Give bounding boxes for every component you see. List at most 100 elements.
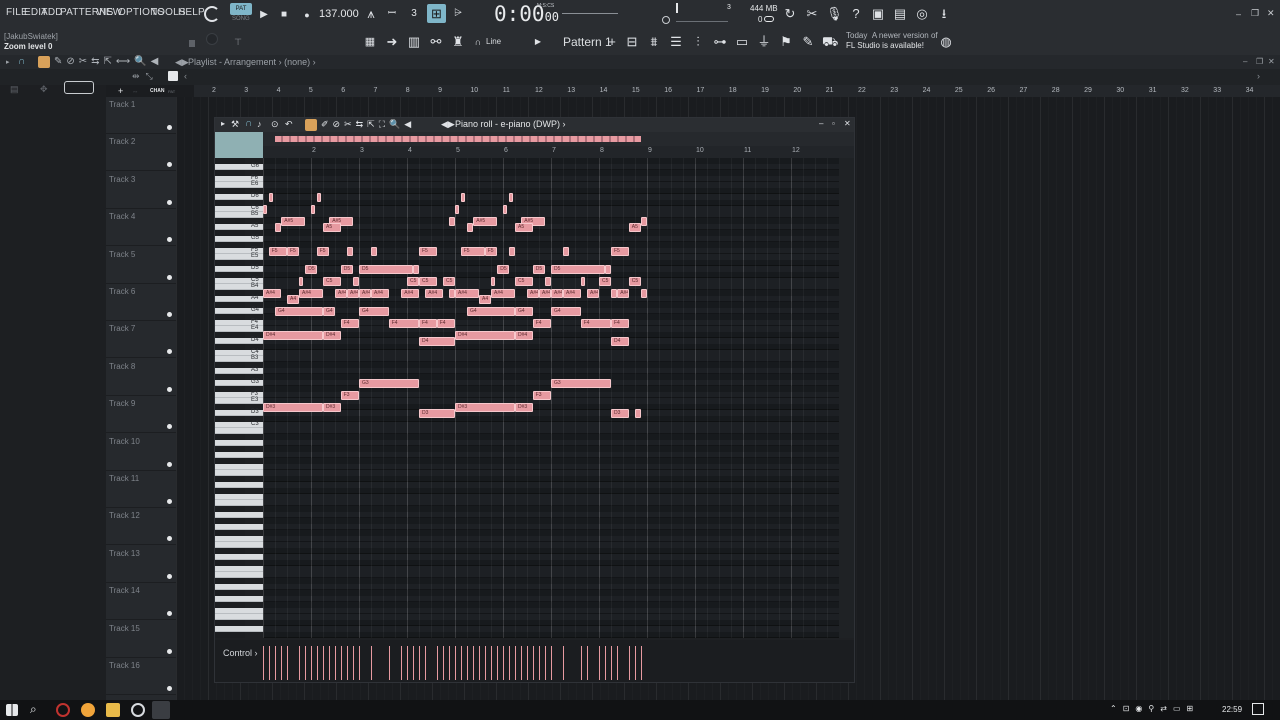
velocity-bar[interactable] xyxy=(287,646,288,680)
track-header[interactable]: Track 13 xyxy=(106,546,176,583)
playlist-tools-icon[interactable]: ✎⊘✂⇆⇱⟷🔍◀ xyxy=(54,56,162,67)
track-header[interactable]: Track 14 xyxy=(106,583,176,621)
pattern-prev-icon[interactable]: ▶ xyxy=(530,34,546,50)
master-volume-knob[interactable] xyxy=(676,3,678,13)
note[interactable]: D5 xyxy=(497,264,510,274)
piano-key-black[interactable] xyxy=(215,632,245,638)
note[interactable]: F5 xyxy=(316,246,329,256)
note[interactable]: G4 xyxy=(359,306,389,316)
note[interactable]: F4 xyxy=(532,318,551,328)
piano-roll-menu-icon[interactable]: ▸ xyxy=(221,119,225,128)
piano-key-black[interactable] xyxy=(215,188,245,194)
track-header[interactable]: Track 3 xyxy=(106,172,176,209)
arrow-icon[interactable]: ➜ xyxy=(384,34,400,50)
piano-key-black[interactable] xyxy=(215,590,245,596)
clock[interactable]: 22:59 xyxy=(1222,705,1242,714)
note[interactable]: G4 xyxy=(515,306,534,316)
velocity-bar[interactable] xyxy=(443,646,444,680)
note[interactable]: A#4 xyxy=(587,288,599,298)
track-header[interactable]: Track 7 xyxy=(106,321,176,359)
velocity-bar[interactable] xyxy=(617,646,619,680)
note[interactable]: A#4 xyxy=(371,288,390,298)
opera-icon[interactable] xyxy=(56,703,70,717)
piano-toggle-icon[interactable]: ▤ xyxy=(10,84,19,95)
piano-key-black[interactable] xyxy=(215,242,245,248)
piano-key-black[interactable] xyxy=(215,488,245,494)
project-icon[interactable]: ▭ xyxy=(734,34,750,50)
note[interactable] xyxy=(635,408,641,418)
stamp-icon[interactable]: ♜ xyxy=(450,34,466,50)
note[interactable] xyxy=(467,222,473,232)
velocity-bar[interactable] xyxy=(497,646,499,680)
pr-tools-icon[interactable]: ✐⊘✂⇆⇱⛶🔍◀ xyxy=(321,119,415,130)
link-chain-icon[interactable]: ⚯ xyxy=(428,34,444,50)
note[interactable]: A5 xyxy=(515,222,534,232)
add-pattern-icon[interactable]: + xyxy=(604,34,620,50)
pr-magnet-icon[interactable]: ∩ xyxy=(245,118,252,129)
note[interactable] xyxy=(503,204,507,214)
note-grid[interactable]: A#5 A#5 A#5 A#5 A5 A5 A5 F5 F5 F5 F5 F5 F5 F5 D5 D5 D5 D5… xyxy=(263,158,839,638)
velocity-bar[interactable] xyxy=(587,646,588,680)
playlist-draw-tool-icon[interactable] xyxy=(38,56,50,68)
velocity-bar[interactable] xyxy=(407,646,408,680)
note[interactable]: C5 xyxy=(599,276,611,286)
note[interactable]: F5 xyxy=(287,246,299,256)
velocity-bar[interactable] xyxy=(329,646,331,680)
velocity-bar[interactable] xyxy=(323,646,324,680)
piano-key-black[interactable] xyxy=(215,602,245,608)
velocity-bar[interactable] xyxy=(628,646,630,680)
step-edit-icon[interactable]: ⊞ xyxy=(427,4,446,23)
plugin-icon[interactable]: ⏚ xyxy=(756,34,772,50)
velocity-bar[interactable] xyxy=(305,646,307,680)
note[interactable]: D3 xyxy=(611,408,630,418)
velocity-bar[interactable] xyxy=(359,646,360,680)
tray-icons[interactable]: ⌃⊡◉⚲⇄▭⊞ xyxy=(1110,704,1199,713)
pr-nav-icon[interactable]: ◀▶ xyxy=(441,119,455,130)
piano-roll-icon[interactable]: ▥ xyxy=(406,34,422,50)
blend-notes-icon[interactable]: ⩥ xyxy=(450,6,466,22)
velocity-bar[interactable] xyxy=(635,646,636,680)
note[interactable] xyxy=(263,204,267,214)
browser-icon[interactable]: ☰ xyxy=(668,34,684,50)
note[interactable]: F5 xyxy=(419,246,438,256)
note[interactable] xyxy=(508,246,515,256)
note[interactable] xyxy=(604,264,611,274)
control-label[interactable]: Control › xyxy=(223,648,258,658)
note[interactable] xyxy=(491,276,495,286)
velocity-bar[interactable] xyxy=(484,646,486,680)
piano-key-black[interactable] xyxy=(215,200,245,206)
note[interactable]: D5 xyxy=(532,264,545,274)
microphone-icon[interactable]: 🎙 xyxy=(826,6,843,22)
note[interactable] xyxy=(371,246,377,256)
master-pitch-slider[interactable] xyxy=(562,13,618,14)
note[interactable] xyxy=(545,276,551,286)
track-header[interactable]: Track 10 xyxy=(106,434,176,471)
playlist-min-icon[interactable]: – xyxy=(1243,57,1247,66)
piano-key-black[interactable] xyxy=(215,314,245,320)
note[interactable] xyxy=(449,216,455,226)
velocity-bar[interactable] xyxy=(335,646,336,680)
track-header[interactable]: Track 16 xyxy=(106,658,176,695)
note[interactable]: A#4 xyxy=(455,288,479,298)
note[interactable]: C5 xyxy=(407,276,419,286)
note[interactable]: C5 xyxy=(628,276,641,286)
velocity-bar[interactable] xyxy=(580,646,582,680)
note[interactable] xyxy=(460,192,465,202)
notifications-icon[interactable] xyxy=(1252,703,1264,715)
velocity-bar[interactable] xyxy=(299,646,300,680)
piano-key-black[interactable] xyxy=(215,506,245,512)
track-mute-dot[interactable] xyxy=(167,461,172,467)
note[interactable]: D5 xyxy=(340,264,353,274)
track-header[interactable]: Track 15 xyxy=(106,621,176,658)
note[interactable] xyxy=(611,288,617,298)
piano-key-black[interactable] xyxy=(215,518,245,524)
piano-key-black[interactable] xyxy=(215,530,245,536)
pr-restore-icon[interactable]: ▫ xyxy=(832,119,835,128)
velocity-bar[interactable] xyxy=(539,646,540,680)
render-icon[interactable]: ▤ xyxy=(892,6,908,22)
note[interactable]: A#4 xyxy=(359,288,371,298)
velocity-bar[interactable] xyxy=(412,646,414,680)
track-header[interactable]: Track 8 xyxy=(106,359,176,396)
note[interactable]: A#4 xyxy=(425,288,444,298)
help-icon[interactable]: ? xyxy=(848,6,864,22)
